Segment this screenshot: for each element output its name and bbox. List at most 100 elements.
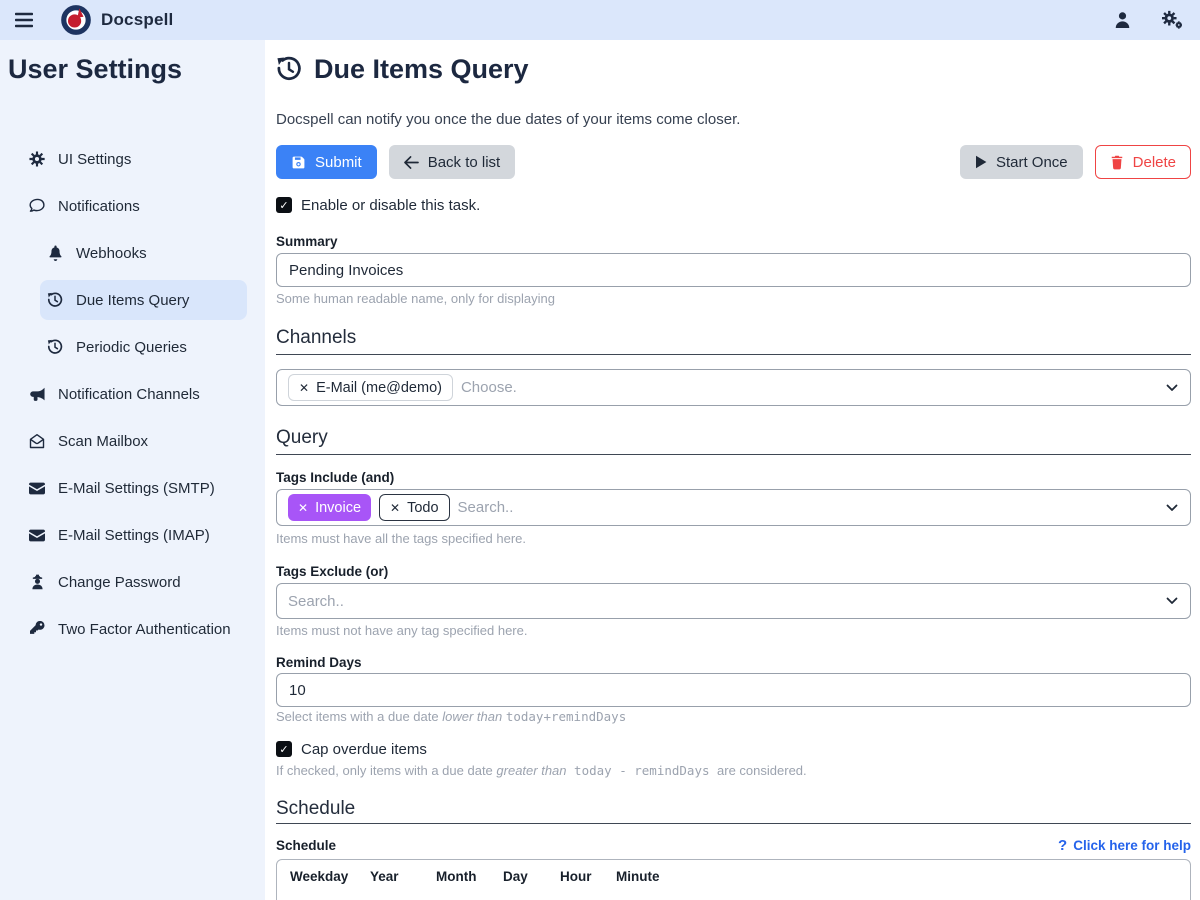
remind-days-input[interactable] [276,673,1191,707]
tags-include-select[interactable]: ✕ Invoice ✕ Todo Search.. [276,489,1191,526]
tag-chip-label: Invoice [315,500,361,516]
sidebar-item-notifications[interactable]: Notifications [22,186,247,226]
comment-icon [28,198,46,214]
gear-icon [28,151,46,167]
cap-overdue-checkbox[interactable]: ✓ Cap overdue items [276,740,1191,758]
summary-input[interactable] [276,253,1191,287]
sidebar-item-due-items-query[interactable]: Due Items Query [40,280,247,320]
main-content: Due Items Query Docspell can notify you … [265,40,1200,900]
tags-exclude-select[interactable]: Search.. [276,583,1191,619]
sidebar-item-periodic-queries[interactable]: Periodic Queries [40,327,247,367]
envelope-icon [28,482,46,495]
sidebar-item-label: Change Password [58,574,181,591]
channel-chip[interactable]: ✕ E-Mail (me@demo) [288,374,453,401]
sidebar-item-label: Notifications [58,198,140,215]
sidebar-item-label: UI Settings [58,151,131,168]
cap-overdue-label: Cap overdue items [301,741,427,758]
history-icon [276,56,302,82]
history-icon [46,292,64,308]
start-once-button[interactable]: Start Once [960,145,1083,179]
tags-include-placeholder: Search.. [458,499,514,516]
chevron-down-icon [1166,597,1178,605]
schedule-editor: Weekday Year Month Day Hour Minute * - *… [276,859,1191,900]
sidebar-item-change-password[interactable]: Change Password [22,562,247,602]
back-to-list-label: Back to list [428,154,501,171]
remind-days-hint: Select items with a due date lower than … [276,709,1191,724]
submit-button[interactable]: Submit [276,145,377,179]
sidebar-item-label: Two Factor Authentication [58,621,231,638]
start-once-label: Start Once [996,154,1068,171]
remove-chip-icon[interactable]: ✕ [390,501,400,515]
summary-hint: Some human readable name, only for displ… [276,291,1191,306]
toolbar: Submit Back to list Start Once [276,145,1191,179]
page-description: Docspell can notify you once the due dat… [276,110,1191,130]
schedule-help-link[interactable]: ? Click here for help [1058,837,1191,854]
submit-label: Submit [315,154,362,171]
sidebar-title: User Settings [4,52,261,86]
top-navbar: Docspell [0,0,1200,40]
tags-exclude-hint: Items must not have any tag specified he… [276,623,1191,638]
sidebar-item-label: Periodic Queries [76,339,187,356]
chevron-down-icon [1166,504,1178,512]
remove-chip-icon[interactable]: ✕ [298,501,308,515]
schedule-col-month: Month [436,869,476,884]
question-icon: ? [1058,837,1067,854]
sidebar-item-notification-channels[interactable]: Notification Channels [22,374,247,414]
help-link-label: Click here for help [1073,838,1191,853]
remind-days-label: Remind Days [276,655,1191,670]
user-account-icon[interactable] [1108,6,1136,34]
tag-chip-invoice[interactable]: ✕ Invoice [288,494,371,521]
channels-placeholder: Choose. [461,379,517,396]
schedule-label: Schedule [276,838,336,853]
brand-name: Docspell [101,10,173,30]
sidebar-menu: UI Settings Notifications Webhooks Due I… [4,139,261,649]
brand[interactable]: Docspell [60,4,173,36]
sidebar-item-label: Scan Mailbox [58,433,148,450]
channels-section-header: Channels [276,327,1191,355]
sidebar-item-scan-mailbox[interactable]: Scan Mailbox [22,421,247,461]
sidebar-item-label: Notification Channels [58,386,200,403]
user-settings-sidebar: User Settings UI Settings Notifications … [0,40,265,900]
tags-include-hint: Items must have all the tags specified h… [276,531,1191,546]
tags-exclude-placeholder: Search.. [288,593,344,610]
play-icon [975,155,987,169]
save-icon [291,155,306,170]
sidebar-item-label: Webhooks [76,245,147,262]
arrow-left-icon [404,156,419,169]
tag-chip-todo[interactable]: ✕ Todo [379,494,450,521]
hamburger-menu-icon[interactable] [10,6,38,34]
trash-icon [1110,155,1124,170]
bullhorn-icon [28,387,46,402]
tags-exclude-label: Tags Exclude (or) [276,564,1191,579]
gears-settings-icon[interactable] [1158,6,1186,34]
checkbox-checked-icon[interactable]: ✓ [276,741,292,757]
tag-chip-label: Todo [407,500,438,516]
history-icon [46,339,64,355]
schedule-col-hour: Hour [560,869,592,884]
schedule-col-weekday: Weekday [290,869,348,884]
bell-icon [46,245,64,261]
enable-task-label: Enable or disable this task. [301,197,480,214]
sidebar-item-webhooks[interactable]: Webhooks [40,233,247,273]
sidebar-item-label: E-Mail Settings (SMTP) [58,480,215,497]
schedule-section-header: Schedule [276,798,1191,824]
delete-button[interactable]: Delete [1095,145,1191,179]
user-secret-icon [28,574,46,590]
schedule-col-year: Year [370,869,399,884]
query-section-header: Query [276,427,1191,455]
delete-label: Delete [1133,154,1176,171]
back-to-list-button[interactable]: Back to list [389,145,516,179]
sidebar-item-two-factor[interactable]: Two Factor Authentication [22,609,247,649]
sidebar-item-email-smtp[interactable]: E-Mail Settings (SMTP) [22,468,247,508]
sidebar-item-ui-settings[interactable]: UI Settings [22,139,247,179]
checkbox-checked-icon[interactable]: ✓ [276,197,292,213]
sidebar-item-email-imap[interactable]: E-Mail Settings (IMAP) [22,515,247,555]
remove-chip-icon[interactable]: ✕ [299,381,309,395]
schedule-col-day: Day [503,869,528,884]
docspell-logo-icon [60,4,92,36]
envelope-icon [28,529,46,542]
channels-select[interactable]: ✕ E-Mail (me@demo) Choose. [276,369,1191,406]
page-title: Due Items Query [314,54,529,85]
sidebar-item-label: E-Mail Settings (IMAP) [58,527,210,544]
enable-task-checkbox[interactable]: ✓ Enable or disable this task. [276,196,1191,214]
